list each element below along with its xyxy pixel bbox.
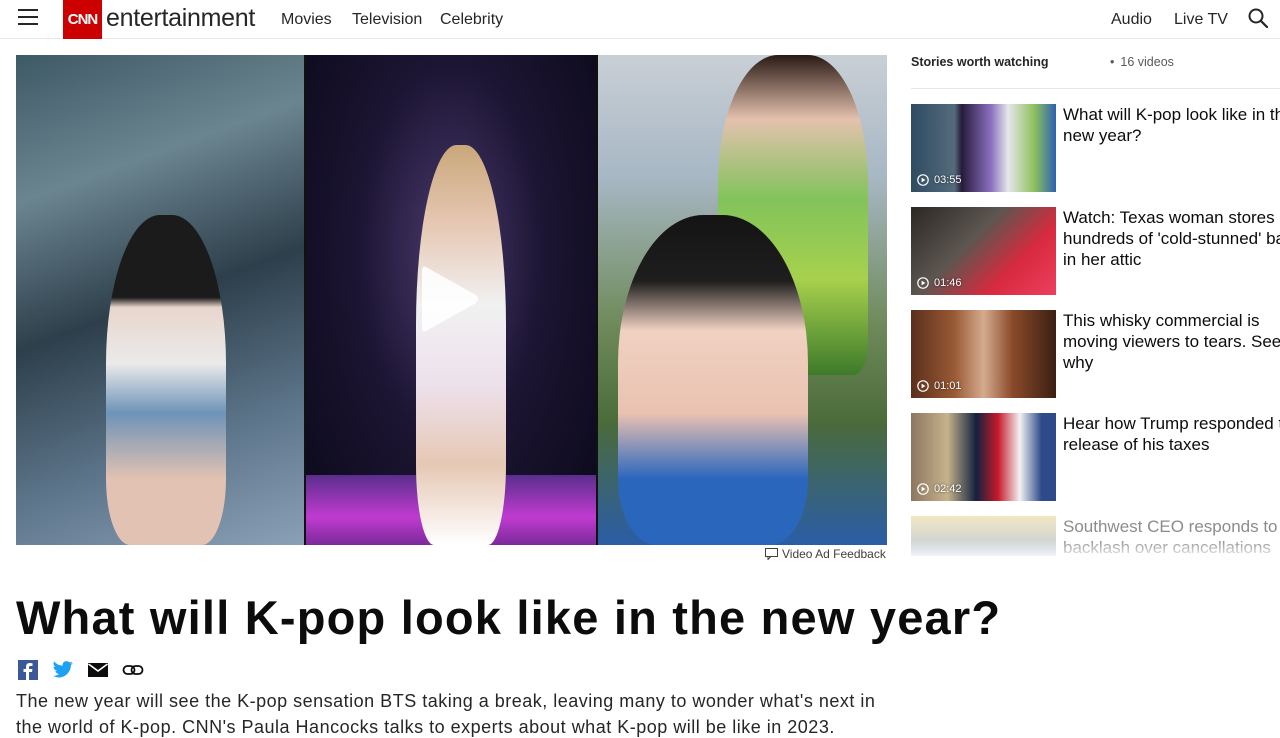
duration-badge: 01:46 [917,277,962,289]
duration-label: 03:55 [934,174,962,186]
playlist-item[interactable]: 01:01 This whisky commercial is moving v… [911,310,1280,398]
duration-badge: 01:01 [917,380,962,392]
nav-link-audio[interactable]: Audio [1111,11,1152,29]
link-icon[interactable] [122,660,144,680]
video-description: The new year will see the K-pop sensatio… [16,691,876,737]
duration-label: 01:46 [934,277,962,289]
video-ad-feedback-link[interactable]: Video Ad Feedback [765,547,886,561]
playlist-item[interactable]: 02:42 Hear how Trump responded to releas… [911,413,1280,501]
nav-link-television[interactable]: Television [352,11,422,29]
cnn-logo[interactable]: CNN [63,0,102,39]
video-ad-feedback-label: Video Ad Feedback [782,547,886,561]
play-circle-icon [917,174,929,186]
video-thumbnail[interactable]: 01:01 [911,310,1056,398]
playlist-count: • 16 videos [1110,55,1174,69]
email-icon[interactable] [87,660,109,680]
playlist-item-title[interactable]: What will K-pop look like in the new yea… [1063,104,1280,146]
video-frame-panel-left [16,55,304,545]
playlist-item[interactable]: 01:46 Watch: Texas woman stores hundreds… [911,207,1280,295]
playlist-count-label: 16 videos [1120,55,1174,69]
video-frame-panel-right [598,55,887,545]
search-icon[interactable] [1248,8,1268,28]
feedback-icon [765,548,778,560]
playlist-fade-overlay [911,540,1280,560]
duration-badge: 03:55 [917,174,962,186]
video-thumbnail[interactable]: 03:55 [911,104,1056,192]
play-icon[interactable] [420,263,480,335]
play-circle-icon [917,483,929,495]
video-thumbnail[interactable]: 02:42 [911,413,1056,501]
playlist-item[interactable]: 03:55 What will K-pop look like in the n… [911,104,1280,192]
nav-link-movies[interactable]: Movies [281,11,332,29]
duration-label: 01:01 [934,380,962,392]
playlist-item-title[interactable]: Hear how Trump responded to release of h… [1063,413,1280,455]
divider [911,88,1280,89]
playlist-item-title[interactable]: This whisky commercial is moving viewers… [1063,310,1280,373]
duration-badge: 02:42 [917,483,962,495]
play-circle-icon [917,277,929,289]
nav-link-celebrity[interactable]: Celebrity [440,11,503,29]
nav-link-live-tv[interactable]: Live TV [1174,11,1228,29]
twitter-icon[interactable] [52,660,74,680]
facebook-icon[interactable] [17,660,39,680]
play-circle-icon [917,380,929,392]
playlist-title: Stories worth watching [911,55,1049,69]
video-thumbnail[interactable]: 01:46 [911,207,1056,295]
duration-label: 02:42 [934,483,962,495]
video-player[interactable] [16,55,887,545]
top-navigation-bar: CNN entertainment Movies Television Cele… [0,0,1280,39]
section-name[interactable]: entertainment [106,4,255,33]
playlist-item-title[interactable]: Watch: Texas woman stores hundreds of 'c… [1063,207,1280,270]
menu-icon[interactable] [18,9,38,27]
video-headline: What will K-pop look like in the new yea… [16,591,1002,644]
